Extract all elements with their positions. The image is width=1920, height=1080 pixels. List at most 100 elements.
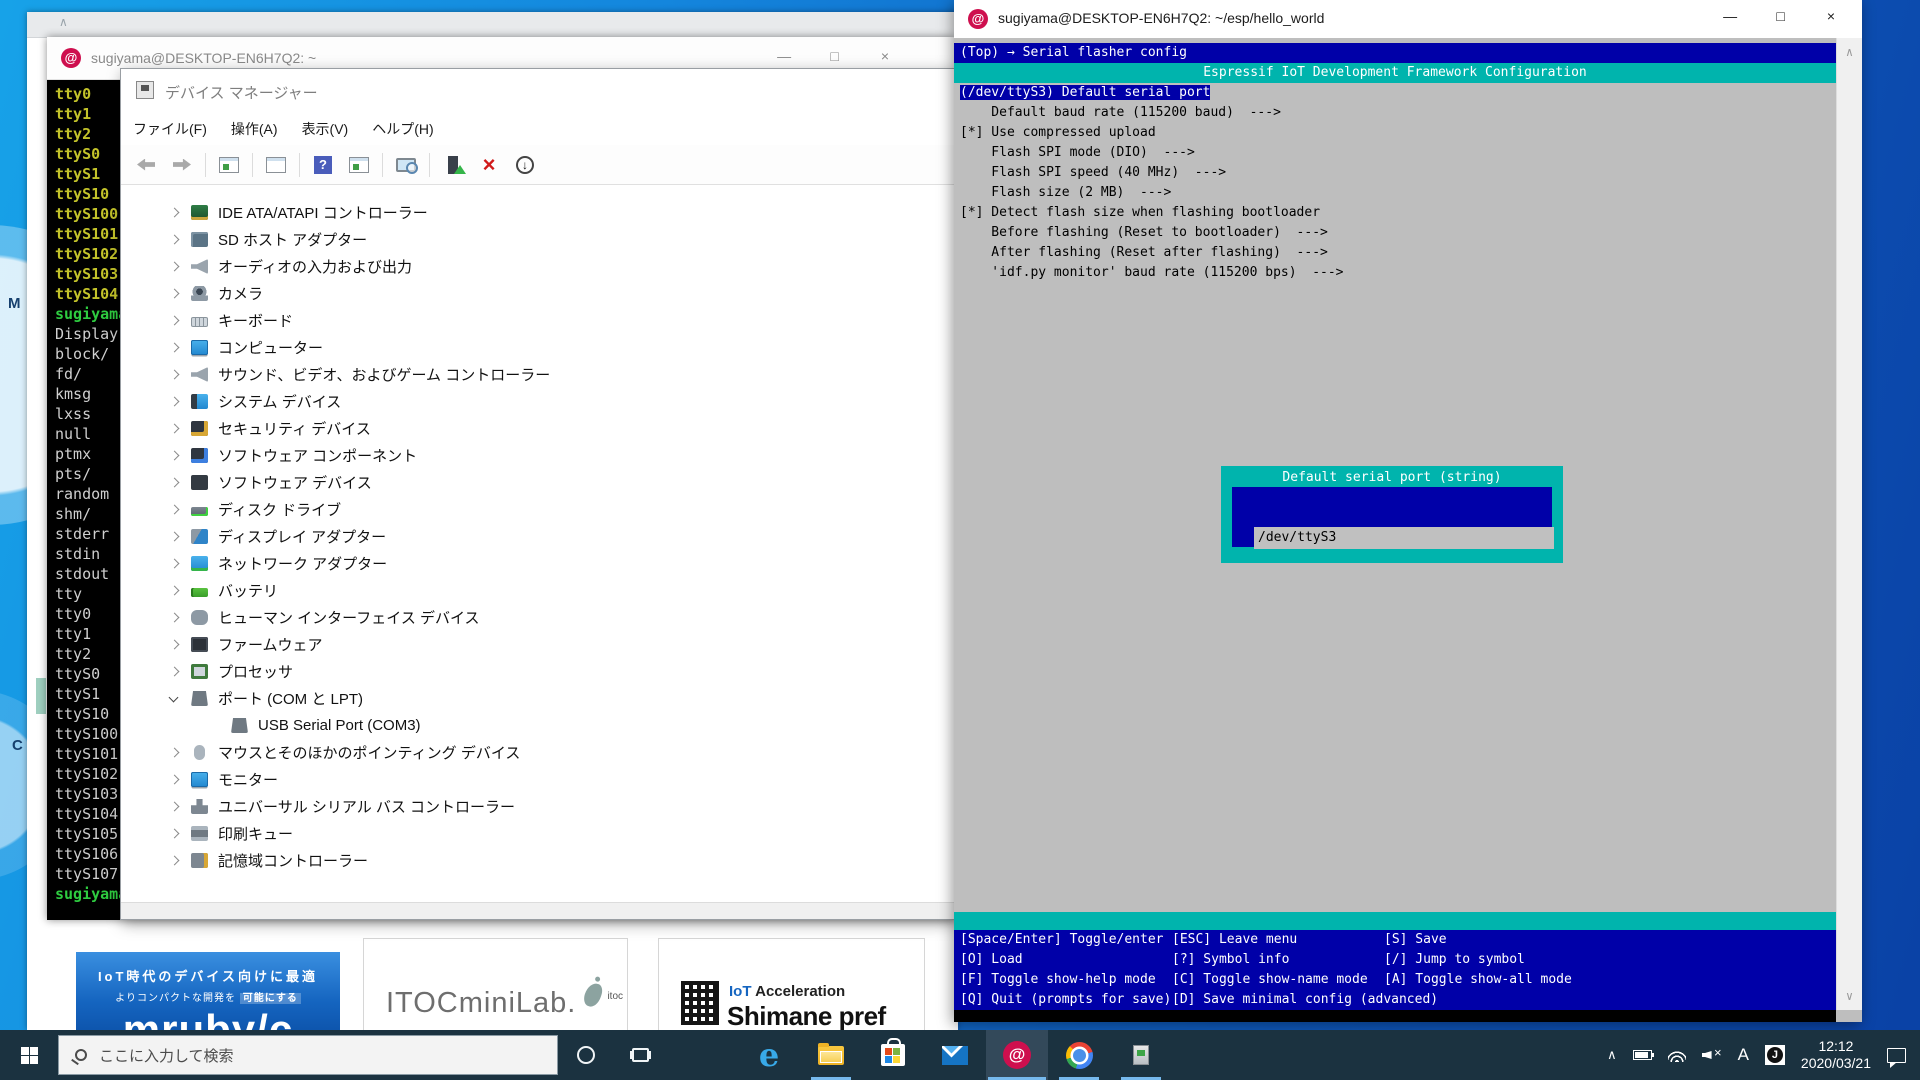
back-arrow-button[interactable]: [133, 153, 159, 177]
device-tree-row[interactable]: USB Serial Port (COM3): [121, 712, 959, 739]
tree-chevron-icon[interactable]: [169, 208, 179, 218]
device-tree-row[interactable]: バッテリ: [121, 577, 959, 604]
tree-chevron-icon[interactable]: [169, 424, 179, 434]
ime-j-icon[interactable]: [1765, 1045, 1785, 1065]
menu-item[interactable]: ファイル(F): [121, 119, 219, 139]
menuconfig-item[interactable]: Flash SPI speed (40 MHz) --->: [954, 163, 1836, 183]
action-center-icon[interactable]: [1887, 1048, 1906, 1063]
scan-hardware-button[interactable]: [393, 153, 419, 177]
menuconfig-item[interactable]: [*] Use compressed upload: [954, 123, 1836, 143]
task-view-button[interactable]: [613, 1030, 668, 1080]
edge-taskbar-button[interactable]: e: [738, 1030, 800, 1080]
minimize-button[interactable]: —: [1707, 8, 1753, 24]
close-button[interactable]: ×: [862, 48, 908, 64]
terminal-scrollbar[interactable]: ∧ ∨: [1836, 38, 1862, 1010]
mail-taskbar-button[interactable]: [924, 1030, 986, 1080]
shimane-banner-card[interactable]: IoT Acceleration Shimane pref Lab: [658, 938, 925, 1042]
action-pane-button[interactable]: [346, 153, 372, 177]
tree-chevron-icon[interactable]: [169, 316, 179, 326]
device-tree-row[interactable]: キーボード: [121, 307, 959, 334]
menuconfig-item[interactable]: [*] Detect flash size when flashing boot…: [954, 203, 1836, 223]
selected-item[interactable]: (/dev/ttyS3) Default serial port: [960, 85, 1210, 100]
tree-chevron-icon[interactable]: [169, 694, 179, 704]
tree-chevron-icon[interactable]: [169, 451, 179, 461]
store-taskbar-button[interactable]: [862, 1030, 924, 1080]
itoc-banner-card[interactable]: ITOCminiLab. itoc: [363, 938, 628, 1042]
tree-chevron-icon[interactable]: [169, 397, 179, 407]
maximize-button[interactable]: □: [812, 48, 858, 64]
properties-button[interactable]: [263, 153, 289, 177]
tree-chevron-icon[interactable]: [169, 586, 179, 596]
tree-chevron-icon[interactable]: [169, 748, 179, 758]
tree-chevron-icon[interactable]: [169, 559, 179, 569]
tree-chevron-icon[interactable]: [169, 802, 179, 812]
ime-a-icon[interactable]: A: [1738, 1045, 1749, 1065]
menuconfig-item[interactable]: (/dev/ttyS3) Default serial port: [954, 83, 1836, 103]
menuconfig-item[interactable]: After flashing (Reset after flashing) --…: [954, 243, 1836, 263]
down-disabled-button[interactable]: ↓: [512, 153, 538, 177]
tree-chevron-icon[interactable]: [169, 478, 179, 488]
serial-port-input[interactable]: /dev/ttyS3: [1254, 527, 1554, 549]
device-tree-row[interactable]: コンピューター: [121, 334, 959, 361]
chevron-up-icon[interactable]: ∧: [1607, 1047, 1617, 1063]
terminal-titlebar[interactable]: @ sugiyama@DESKTOP-EN6H7Q2: ~/esp/hello_…: [954, 0, 1862, 38]
menuconfig-item[interactable]: Flash size (2 MB) --->: [954, 183, 1836, 203]
cortana-button[interactable]: [558, 1030, 613, 1080]
device-tree-row[interactable]: ファームウェア: [121, 631, 959, 658]
device-tree-row[interactable]: ポート (COM と LPT): [121, 685, 959, 712]
device-tree-row[interactable]: ディスプレイ アダプター: [121, 523, 959, 550]
devmgr-taskbar-button[interactable]: [1110, 1030, 1172, 1080]
tree-chevron-icon[interactable]: [169, 667, 179, 677]
explorer-taskbar-button[interactable]: [800, 1030, 862, 1080]
device-tree-row[interactable]: ネットワーク アダプター: [121, 550, 959, 577]
tree-chevron-icon[interactable]: [169, 856, 179, 866]
tree-chevron-icon[interactable]: [169, 343, 179, 353]
device-tree-row[interactable]: SD ホスト アダプター: [121, 226, 959, 253]
device-tree-row[interactable]: ヒューマン インターフェイス デバイス: [121, 604, 959, 631]
device-tree-row[interactable]: カメラ: [121, 280, 959, 307]
menuconfig-item[interactable]: Default baud rate (115200 baud) --->: [954, 103, 1836, 123]
device-tree-row[interactable]: サウンド、ビデオ、およびゲーム コントローラー: [121, 361, 959, 388]
tree-chevron-icon[interactable]: [169, 370, 179, 380]
chrome-taskbar-button[interactable]: [1048, 1030, 1110, 1080]
device-tree-row[interactable]: 記憶域コントローラー: [121, 847, 959, 874]
device-tree-row[interactable]: システム デバイス: [121, 388, 959, 415]
tree-chevron-icon[interactable]: [169, 262, 179, 272]
minimize-button[interactable]: —: [761, 48, 807, 64]
start-button[interactable]: [0, 1030, 58, 1080]
device-tree-row[interactable]: マウスとそのほかのポインティング デバイス: [121, 739, 959, 766]
scroll-up-icon[interactable]: ∧: [59, 15, 68, 29]
maximize-button[interactable]: □: [1758, 8, 1804, 24]
tree-chevron-icon[interactable]: [169, 775, 179, 785]
tree-chevron-icon[interactable]: [169, 829, 179, 839]
tree-chevron-icon[interactable]: [169, 235, 179, 245]
device-tree-row[interactable]: 印刷キュー: [121, 820, 959, 847]
uninstall-device-button[interactable]: ×: [476, 153, 502, 177]
console-tree-button[interactable]: [216, 153, 242, 177]
device-tree-row[interactable]: オーディオの入力および出力: [121, 253, 959, 280]
device-tree-row[interactable]: プロセッサ: [121, 658, 959, 685]
menu-item[interactable]: 表示(V): [290, 119, 361, 139]
tree-chevron-icon[interactable]: [169, 505, 179, 515]
help-button[interactable]: ?: [310, 153, 336, 177]
tree-chevron-icon[interactable]: [169, 289, 179, 299]
forward-arrow-button[interactable]: [169, 153, 195, 177]
device-tree-row[interactable]: ソフトウェア コンポーネント: [121, 442, 959, 469]
device-tree-row[interactable]: IDE ATA/ATAPI コントローラー: [121, 199, 959, 226]
device-tree-row[interactable]: セキュリティ デバイス: [121, 415, 959, 442]
device-tree-row[interactable]: ディスク ドライブ: [121, 496, 959, 523]
device-manager-titlebar[interactable]: デバイス マネージャー: [121, 69, 959, 113]
tree-chevron-icon[interactable]: [169, 640, 179, 650]
taskbar-search[interactable]: ここに入力して検索: [58, 1035, 558, 1075]
menuconfig-item[interactable]: 'idf.py monitor' baud rate (115200 bps) …: [954, 263, 1836, 283]
menu-item[interactable]: ヘルプ(H): [360, 119, 445, 139]
menu-item[interactable]: 操作(A): [219, 119, 290, 139]
tree-chevron-icon[interactable]: [169, 613, 179, 623]
menuconfig-item[interactable]: Before flashing (Reset to bootloader) --…: [954, 223, 1836, 243]
device-tree-row[interactable]: ユニバーサル シリアル バス コントローラー: [121, 793, 959, 820]
mruby-banner-card[interactable]: IoT時代のデバイス向けに最適 よりコンパクトな開発を 可能にする mruby/…: [76, 952, 340, 1042]
debian-taskbar-button[interactable]: @: [986, 1030, 1048, 1080]
taskbar-clock[interactable]: 12:12 2020/03/21: [1801, 1038, 1871, 1072]
device-tree-row[interactable]: ソフトウェア デバイス: [121, 469, 959, 496]
menuconfig-item[interactable]: Flash SPI mode (DIO) --->: [954, 143, 1836, 163]
